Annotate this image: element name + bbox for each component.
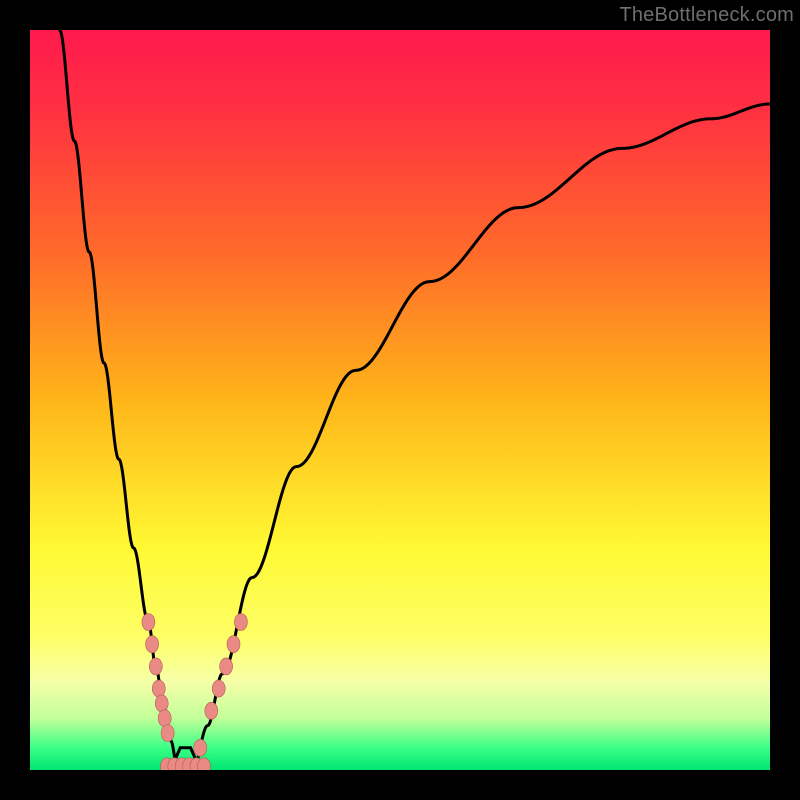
- data-marker: [234, 614, 247, 631]
- data-marker: [152, 680, 165, 697]
- data-marker: [161, 725, 174, 742]
- data-marker: [212, 680, 225, 697]
- outer-frame: TheBottleneck.com: [0, 0, 800, 800]
- data-marker: [205, 702, 218, 719]
- plot-area: [30, 30, 770, 770]
- data-marker: [146, 636, 159, 653]
- data-marker: [142, 614, 155, 631]
- data-marker: [155, 695, 168, 712]
- data-marker: [158, 710, 171, 727]
- chart-svg: [30, 30, 770, 770]
- data-marker: [149, 658, 162, 675]
- watermark-text: TheBottleneck.com: [619, 4, 794, 27]
- data-marker: [227, 636, 240, 653]
- gradient-background: [30, 30, 770, 770]
- data-marker: [220, 658, 233, 675]
- data-marker: [194, 739, 207, 756]
